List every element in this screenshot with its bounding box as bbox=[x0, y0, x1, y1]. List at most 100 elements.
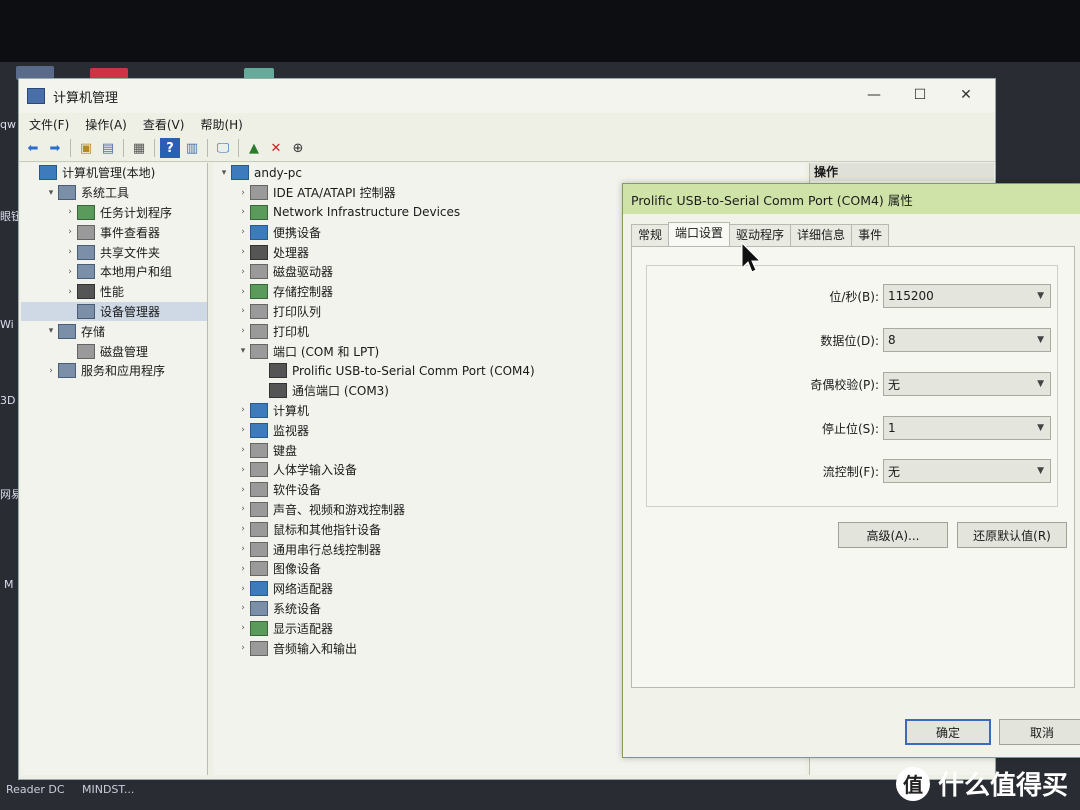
expanded-arrow-icon[interactable]: ▾ bbox=[44, 326, 58, 336]
maximize-button[interactable]: ☐ bbox=[897, 79, 943, 111]
collapsed-arrow-icon[interactable]: › bbox=[236, 247, 250, 257]
data-bits-row: 数据位(D): 8 ▼ bbox=[647, 327, 1057, 353]
expanded-arrow-icon[interactable]: ▾ bbox=[236, 346, 250, 356]
tree-item-label: 系统设备 bbox=[273, 601, 322, 616]
up-folder-icon[interactable]: ▣ bbox=[76, 138, 96, 158]
flow-control-select[interactable]: 无 ▼ bbox=[883, 459, 1051, 483]
watermark-logo: 值 什么值得买 bbox=[895, 765, 1068, 802]
close-button[interactable]: ✕ bbox=[943, 79, 989, 111]
collapsed-arrow-icon[interactable]: › bbox=[236, 465, 250, 475]
tree-item-label: Prolific USB-to-Serial Comm Port (COM4) bbox=[292, 363, 535, 378]
collapsed-arrow-icon[interactable]: › bbox=[236, 544, 250, 554]
collapsed-arrow-icon[interactable]: › bbox=[236, 188, 250, 198]
collapsed-arrow-icon[interactable]: › bbox=[236, 287, 250, 297]
ok-button[interactable]: 确定 bbox=[905, 719, 991, 745]
properties-icon[interactable]: ▦ bbox=[129, 138, 149, 158]
scan-hardware-icon[interactable]: 🖵 bbox=[213, 138, 233, 158]
collapsed-arrow-icon[interactable]: › bbox=[63, 287, 77, 297]
tree-item[interactable]: › 本地用户和组 bbox=[21, 262, 207, 282]
expanded-arrow-icon[interactable]: ▾ bbox=[217, 168, 231, 178]
tree-item[interactable]: › 事件查看器 bbox=[21, 222, 207, 242]
tree-item[interactable]: ▾ andy-pc bbox=[213, 163, 805, 183]
menu-help[interactable]: 帮助(H) bbox=[192, 116, 250, 133]
tree-item-label: 软件设备 bbox=[273, 483, 322, 498]
tab-events[interactable]: 事件 bbox=[851, 224, 890, 246]
tree-item[interactable]: › 性能 bbox=[21, 282, 207, 302]
collapsed-arrow-icon[interactable]: › bbox=[236, 227, 250, 237]
stop-bits-select[interactable]: 1 ▼ bbox=[883, 416, 1051, 440]
tab-general[interactable]: 常规 bbox=[631, 224, 670, 246]
tab-details[interactable]: 详细信息 bbox=[790, 224, 853, 246]
action-pane-icon[interactable]: ▥ bbox=[182, 138, 202, 158]
collapsed-arrow-icon[interactable]: › bbox=[236, 405, 250, 415]
collapsed-arrow-icon[interactable]: › bbox=[236, 524, 250, 534]
port-settings-panel: 位/秒(B): 115200 ▼ 数据位(D): 8 ▼ 奇偶校验(P): 无 ▼ 停… bbox=[631, 246, 1075, 688]
device-icon bbox=[77, 244, 95, 260]
collapsed-arrow-icon[interactable]: › bbox=[236, 623, 250, 633]
collapsed-arrow-icon[interactable]: › bbox=[236, 504, 250, 514]
expanded-arrow-icon[interactable]: ▾ bbox=[44, 188, 58, 198]
collapsed-arrow-icon[interactable]: › bbox=[236, 425, 250, 435]
collapsed-arrow-icon[interactable]: › bbox=[236, 306, 250, 316]
taskbar-label[interactable]: Reader DC bbox=[6, 783, 65, 796]
baud-rate-select[interactable]: 115200 ▼ bbox=[883, 284, 1051, 308]
collapsed-arrow-icon[interactable]: › bbox=[63, 227, 77, 237]
toolbar-divider bbox=[70, 139, 71, 157]
collapsed-arrow-icon[interactable]: › bbox=[63, 247, 77, 257]
disable-device-icon[interactable]: ⊕ bbox=[288, 138, 308, 158]
tree-item[interactable]: ▾ 系统工具 bbox=[21, 183, 207, 203]
help-icon[interactable]: ? bbox=[160, 138, 180, 158]
update-driver-icon[interactable]: ▲ bbox=[244, 138, 264, 158]
advanced-button[interactable]: 高级(A)... bbox=[838, 522, 948, 548]
uninstall-icon[interactable]: ✕ bbox=[266, 138, 286, 158]
tab-port-settings[interactable]: 端口设置 bbox=[668, 222, 731, 246]
collapsed-arrow-icon[interactable]: › bbox=[236, 445, 250, 455]
screen-bezel bbox=[0, 0, 1080, 62]
dialog-title[interactable]: Prolific USB-to-Serial Comm Port (COM4) … bbox=[623, 184, 1080, 214]
mouse-cursor-icon bbox=[741, 242, 762, 273]
window-title: 计算机管理 bbox=[53, 90, 119, 106]
tree-item[interactable]: ▾ 存储 bbox=[21, 321, 207, 341]
collapsed-arrow-icon[interactable]: › bbox=[236, 267, 250, 277]
device-icon bbox=[250, 343, 268, 359]
collapsed-arrow-icon[interactable]: › bbox=[236, 326, 250, 336]
tree-item-label: 本地用户和组 bbox=[100, 265, 173, 280]
device-icon bbox=[250, 284, 268, 300]
tree-item[interactable]: 计算机管理(本地) bbox=[21, 163, 207, 183]
tree-item-label: 磁盘驱动器 bbox=[273, 265, 334, 280]
back-arrow-icon[interactable]: ⬅ bbox=[23, 138, 43, 158]
chevron-down-icon: ▼ bbox=[1037, 379, 1044, 389]
minimize-button[interactable]: — bbox=[851, 79, 897, 111]
stop-bits-label: 停止位(S): bbox=[821, 421, 879, 436]
tree-item[interactable]: › 服务和应用程序 bbox=[21, 361, 207, 381]
collapsed-arrow-icon[interactable]: › bbox=[236, 643, 250, 653]
tree-item[interactable]: › 任务计划程序 bbox=[21, 203, 207, 223]
menu-view[interactable]: 查看(V) bbox=[135, 116, 193, 133]
restore-defaults-button[interactable]: 还原默认值(R) bbox=[957, 522, 1067, 548]
parity-label: 奇偶校验(P): bbox=[810, 377, 879, 392]
title-bar[interactable]: 计算机管理 — ☐ ✕ bbox=[19, 79, 995, 113]
collapsed-arrow-icon[interactable]: › bbox=[44, 366, 58, 376]
data-bits-select[interactable]: 8 ▼ bbox=[883, 328, 1051, 352]
tree-item[interactable]: › 共享文件夹 bbox=[21, 242, 207, 262]
tree-item[interactable]: 设备管理器 bbox=[21, 301, 207, 322]
data-bits-label: 数据位(D): bbox=[820, 333, 879, 348]
forward-arrow-icon[interactable]: ➡ bbox=[45, 138, 65, 158]
collapsed-arrow-icon[interactable]: › bbox=[63, 207, 77, 217]
collapsed-arrow-icon[interactable]: › bbox=[236, 485, 250, 495]
collapsed-arrow-icon[interactable]: › bbox=[236, 207, 250, 217]
taskbar-label[interactable]: MINDST... bbox=[82, 783, 134, 796]
collapsed-arrow-icon[interactable]: › bbox=[63, 267, 77, 277]
menu-action[interactable]: 操作(A) bbox=[77, 116, 135, 133]
collapsed-arrow-icon[interactable]: › bbox=[236, 564, 250, 574]
collapsed-arrow-icon[interactable]: › bbox=[236, 603, 250, 613]
show-tree-icon[interactable]: ▤ bbox=[98, 138, 118, 158]
chevron-down-icon: ▼ bbox=[1037, 423, 1044, 433]
cancel-button[interactable]: 取消 bbox=[999, 719, 1080, 745]
parity-row: 奇偶校验(P): 无 ▼ bbox=[647, 371, 1057, 397]
device-icon bbox=[250, 482, 268, 498]
tree-item[interactable]: 磁盘管理 bbox=[21, 341, 207, 361]
parity-select[interactable]: 无 ▼ bbox=[883, 372, 1051, 396]
collapsed-arrow-icon[interactable]: › bbox=[236, 584, 250, 594]
menu-file[interactable]: 文件(F) bbox=[21, 116, 77, 133]
